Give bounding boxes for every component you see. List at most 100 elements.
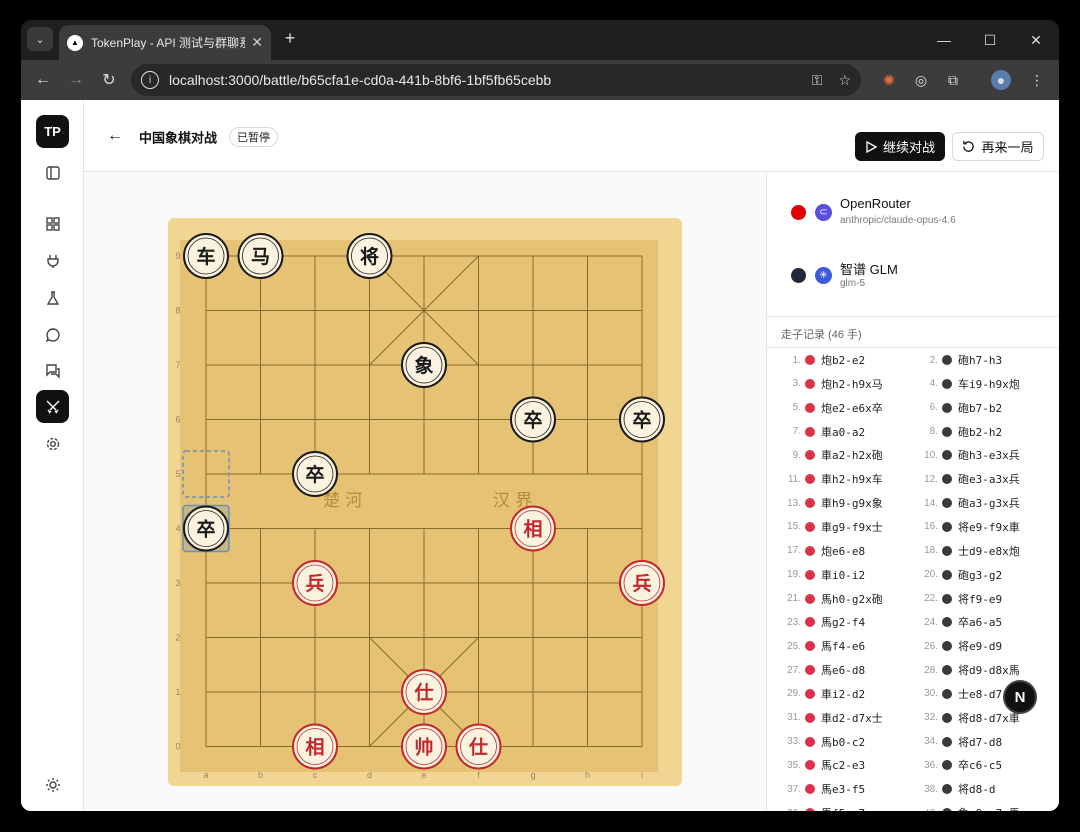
back-icon[interactable]: ← [31, 68, 55, 92]
app-logo[interactable]: TP [36, 115, 69, 148]
close-window-button[interactable]: ✕ [1013, 20, 1059, 60]
sidebar-item-plug[interactable] [36, 244, 69, 277]
extensions-puzzle-icon[interactable]: ⧉ [943, 70, 963, 90]
move-item[interactable]: 15. 車g9-f9x士 [775, 518, 883, 536]
address-bar[interactable]: i localhost:3000/battle/b65cfa1e-cd0a-44… [131, 64, 861, 96]
move-item[interactable]: 23. 馬g2-f4 [775, 613, 865, 631]
zhipu-logo-icon: ✳ [815, 267, 832, 284]
extension-openai-icon[interactable]: ◎ [911, 70, 931, 90]
profile-avatar-icon[interactable]: ● [991, 70, 1011, 90]
move-item[interactable]: 39. 馬f5-e7 [775, 804, 865, 811]
move-item[interactable]: 37. 馬e3-f5 [775, 780, 865, 798]
piece-black[interactable]: 卒 [183, 505, 229, 552]
piece-red[interactable]: 仕 [455, 723, 502, 770]
minimize-button[interactable]: — [921, 20, 967, 60]
reload-icon[interactable]: ↻ [97, 68, 121, 92]
back-arrow-icon[interactable]: ← [104, 125, 126, 147]
piece-black[interactable]: 将 [346, 233, 393, 279]
move-item[interactable]: 29. 車i2-d2 [775, 685, 865, 703]
move-item[interactable]: 32. 将d8-d7x車 [912, 709, 1020, 727]
move-item[interactable]: 26. 将e9-d9 [912, 637, 1002, 655]
piece-red[interactable]: 兵 [619, 560, 665, 606]
move-item[interactable]: 38. 将d8-d [912, 780, 995, 798]
move-item[interactable]: 20. 砲g3-g2 [912, 566, 1002, 584]
menu-kebab-icon[interactable]: ⋮ [1027, 70, 1047, 90]
piece-black[interactable]: 象 [401, 342, 447, 388]
move-item[interactable]: 16. 将e9-f9x車 [912, 518, 1020, 536]
piece-red[interactable]: 仕 [401, 669, 447, 715]
move-item[interactable]: 35. 馬c2-e3 [775, 756, 865, 774]
sidebar-item-battle[interactable] [36, 390, 69, 423]
move-side-dot [805, 474, 815, 485]
browser-tab[interactable]: ▲ TokenPlay - API 测试与群聊系 ✕ [59, 25, 271, 60]
new-tab-button[interactable]: + [279, 28, 301, 49]
move-item[interactable]: 12. 砲e3-a3x兵 [912, 470, 1020, 488]
move-item[interactable]: 18. 士d9-e8x炮 [912, 542, 1020, 560]
move-item[interactable]: 1. 炮b2-e2 [775, 351, 865, 369]
move-item[interactable]: 13. 車h9-g9x象 [775, 494, 883, 512]
site-info-icon[interactable]: i [141, 71, 159, 89]
piece-red[interactable]: 相 [510, 505, 556, 552]
move-item[interactable]: 14. 砲a3-g3x兵 [912, 494, 1020, 512]
move-item[interactable]: 21. 馬h0-g2x砲 [775, 590, 883, 608]
move-side-dot [805, 378, 815, 389]
tab-search-button[interactable]: ⌄ [27, 27, 53, 51]
bookmark-star-icon[interactable]: ☆ [838, 72, 851, 89]
piece-black[interactable]: 马 [237, 233, 284, 279]
move-item[interactable]: 27. 馬e6-d8 [775, 661, 865, 679]
piece-black[interactable]: 卒 [292, 451, 338, 497]
move-notation: 馬f5-e7 [821, 805, 865, 811]
sidebar-item-dashboard[interactable] [36, 207, 69, 240]
move-item[interactable]: 6. 砲b7-b2 [912, 399, 1002, 417]
move-item[interactable]: 3. 炮h2-h9x马 [775, 375, 883, 393]
move-item[interactable]: 36. 卒c6-c5 [912, 756, 1002, 774]
xiangqi-board[interactable]: 楚 河 汉 界 abcdefghi 0123456789 车马将象卒 卒卒卒 相兵兵… [168, 218, 682, 786]
theme-toggle-sun-icon[interactable] [36, 768, 69, 801]
nextjs-dev-badge[interactable]: N [1003, 680, 1037, 714]
move-item[interactable]: 34. 将d7-d8 [912, 733, 1002, 751]
continue-battle-button[interactable]: 继续对战 [855, 132, 945, 161]
sidebar-item-settings[interactable] [36, 427, 69, 460]
piece-black[interactable]: 车 [183, 233, 229, 279]
maximize-button[interactable]: ☐ [967, 20, 1013, 60]
play-again-button[interactable]: 再来一局 [952, 132, 1044, 161]
move-item[interactable]: 19. 車i0-i2 [775, 566, 865, 584]
piece-red[interactable]: 帅 [401, 723, 447, 770]
rank-label: 8 [175, 306, 180, 316]
move-item[interactable]: 11. 車h2-h9x车 [775, 470, 883, 488]
move-item[interactable]: 30. 士e8-d7 [912, 685, 1002, 703]
move-item[interactable]: 7. 車a0-a2 [775, 423, 865, 441]
move-item[interactable]: 40. 象c9-e7x馬 [912, 804, 1020, 811]
move-item[interactable]: 33. 馬b0-c2 [775, 733, 865, 751]
close-tab-icon[interactable]: ✕ [251, 34, 263, 51]
extension-burst-icon[interactable]: ✺ [879, 70, 899, 90]
sidebar-item-chat[interactable] [36, 318, 69, 351]
url-text[interactable]: localhost:3000/battle/b65cfa1e-cd0a-441b… [169, 72, 796, 88]
piece-red[interactable]: 兵 [292, 560, 338, 606]
piece-red[interactable]: 相 [292, 723, 338, 770]
move-item[interactable]: 31. 車d2-d7x士 [775, 709, 883, 727]
forward-icon[interactable]: → [64, 68, 88, 92]
move-item[interactable]: 8. 砲b2-h2 [912, 423, 1002, 441]
move-item[interactable]: 17. 炮e6-e8 [775, 542, 865, 560]
move-item[interactable]: 2. 砲h7-h3 [912, 351, 1002, 369]
move-item[interactable]: 25. 馬f4-e6 [775, 637, 865, 655]
file-label: a [203, 770, 208, 780]
key-icon[interactable]: ⚿ [812, 72, 823, 89]
triangle-favicon-icon: ▲ [67, 34, 83, 51]
piece-black[interactable]: 卒 [619, 396, 665, 443]
move-item[interactable]: 9. 車a2-h2x砲 [775, 446, 883, 464]
move-item[interactable]: 4. 车i9-h9x炮 [912, 375, 1020, 393]
move-item[interactable]: 24. 卒a6-a5 [912, 613, 1002, 631]
move-number: 32. [924, 712, 938, 724]
move-item[interactable]: 22. 将f9-e9 [912, 590, 1002, 608]
sidebar-item-flask[interactable] [36, 281, 69, 314]
sidebar-item-group-chat[interactable] [36, 354, 69, 387]
piece-black[interactable]: 卒 [510, 396, 556, 443]
move-item[interactable]: 28. 将d9-d8x馬 [912, 661, 1020, 679]
sidebar-toggle-icon[interactable] [36, 156, 69, 189]
move-item[interactable]: 5. 炮e2-e6x卒 [775, 399, 883, 417]
move-number: 29. [787, 688, 801, 700]
move-item[interactable]: 10. 砲h3-e3x兵 [912, 446, 1020, 464]
move-side-dot [805, 569, 815, 580]
